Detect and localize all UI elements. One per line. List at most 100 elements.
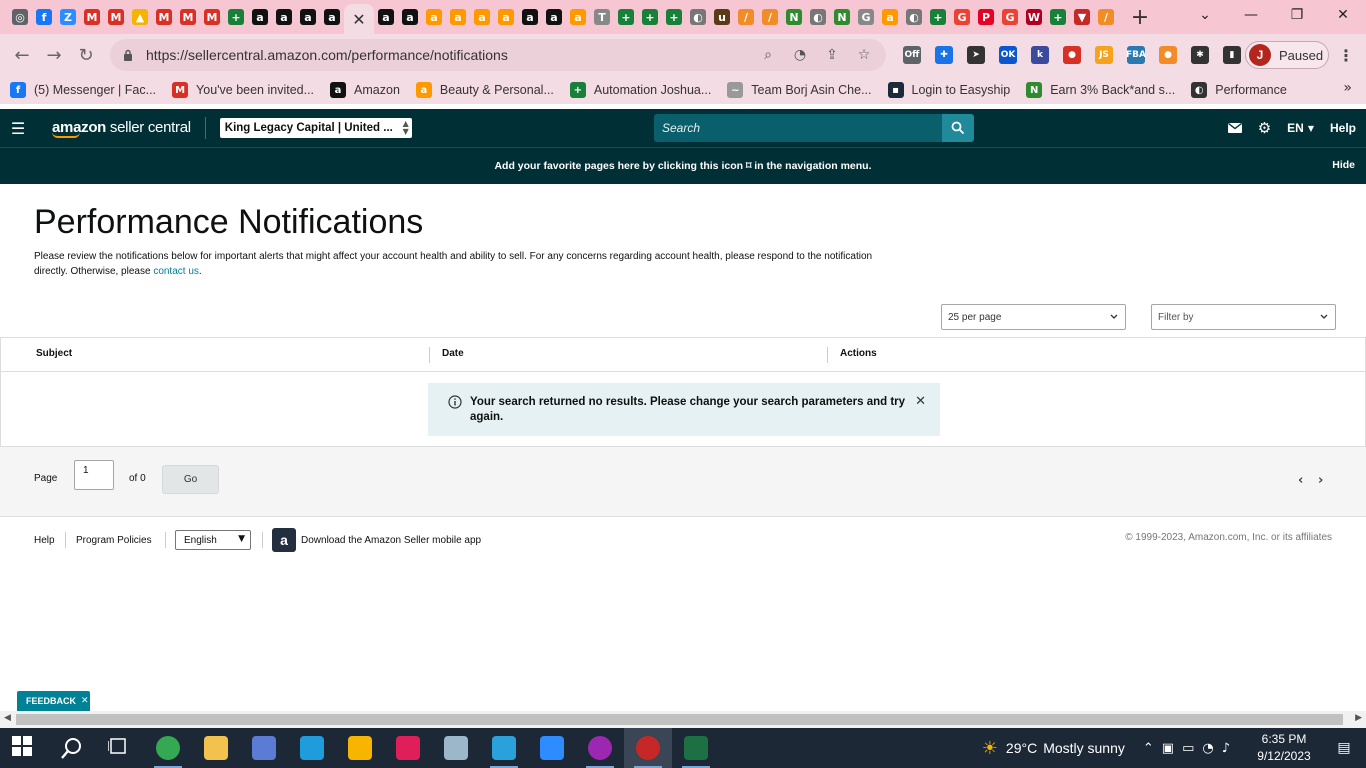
tab[interactable]: + xyxy=(662,5,686,29)
bookmark-item[interactable]: f (5) Messenger | Fac... xyxy=(10,78,156,102)
dismiss-alert-close-icon[interactable]: ✕ xyxy=(915,394,926,409)
taskbar-button[interactable] xyxy=(96,728,144,768)
bookmark-item[interactable]: ◐ Performance xyxy=(1191,78,1287,102)
extension-button[interactable]: ➤ xyxy=(960,39,992,71)
performance-gauge-icon[interactable]: ◔ xyxy=(784,47,816,63)
tab[interactable]: a xyxy=(470,5,494,29)
tab-search-icon[interactable]: ⌄ xyxy=(1182,0,1228,30)
filter-select[interactable]: Filter by xyxy=(1151,304,1336,330)
tab[interactable]: M xyxy=(200,5,224,29)
hide-banner-link[interactable]: Hide xyxy=(1332,159,1355,171)
footer-language-select[interactable]: English ▼ xyxy=(175,530,251,550)
tab[interactable]: a xyxy=(248,5,272,29)
restore-button[interactable]: ❐ xyxy=(1274,0,1320,30)
close-icon[interactable]: ✕ xyxy=(352,10,365,29)
bookmark-item[interactable]: + Automation Joshua... xyxy=(569,78,711,102)
tab[interactable]: a xyxy=(272,5,296,29)
tab[interactable]: W xyxy=(1022,5,1046,29)
tab[interactable]: + xyxy=(926,5,950,29)
tab[interactable]: u xyxy=(710,5,734,29)
extension-button[interactable]: Off xyxy=(896,39,928,71)
taskbar-button[interactable] xyxy=(48,728,96,768)
taskbar-button[interactable] xyxy=(336,728,384,768)
horizontal-scrollbar[interactable]: ◀ ▶ xyxy=(0,711,1366,728)
previous-page-icon[interactable]: ‹ xyxy=(1298,473,1303,488)
taskbar-button[interactable] xyxy=(576,728,624,768)
feedback-button[interactable]: FEEDBACK ✕ xyxy=(17,691,90,711)
scroll-right-icon[interactable]: ▶ xyxy=(1355,713,1362,723)
extension-button[interactable]: ● xyxy=(1056,39,1088,71)
bookmark-star-icon[interactable]: ☆ xyxy=(848,47,880,63)
tab[interactable]: ▲ xyxy=(128,5,152,29)
column-subject[interactable]: Subject xyxy=(36,348,72,359)
program-policies-link[interactable]: Program Policies xyxy=(76,535,152,546)
tab[interactable]: G xyxy=(950,5,974,29)
share-icon[interactable]: ⇪ xyxy=(816,47,848,63)
tab[interactable]: + xyxy=(638,5,662,29)
go-button[interactable]: Go xyxy=(162,465,219,494)
taskbar-button[interactable] xyxy=(288,728,336,768)
tab[interactable]: + xyxy=(614,5,638,29)
settings-gear-icon[interactable]: ⚙ xyxy=(1258,119,1271,137)
tab[interactable]: G xyxy=(854,5,878,29)
notification-center-icon[interactable]: ▤ xyxy=(1322,740,1366,756)
lock-icon[interactable] xyxy=(122,49,134,61)
tab[interactable]: a xyxy=(398,5,422,29)
download-app-link[interactable]: Download the Amazon Seller mobile app xyxy=(301,535,481,546)
tab[interactable]: / xyxy=(1094,5,1118,29)
amazon-seller-app-icon[interactable]: a xyxy=(272,528,296,552)
column-date[interactable]: Date xyxy=(442,348,464,359)
taskbar-button[interactable] xyxy=(192,728,240,768)
tab[interactable]: ◐ xyxy=(686,5,710,29)
url-text[interactable]: https://sellercentral.amazon.com/perform… xyxy=(146,47,508,63)
bookmark-item[interactable]: M You've been invited... xyxy=(172,78,314,102)
taskbar-button[interactable] xyxy=(432,728,480,768)
extension-button[interactable]: ▮ xyxy=(1216,39,1248,71)
tray-icons[interactable]: ⌃▣▭◔♪ xyxy=(1143,741,1238,756)
scroll-left-icon[interactable]: ◀ xyxy=(4,713,11,723)
taskbar-button[interactable] xyxy=(528,728,576,768)
taskbar-button[interactable] xyxy=(672,728,720,768)
browser-menu-icon[interactable]: ⋮ xyxy=(1334,41,1358,69)
footer-help-link[interactable]: Help xyxy=(34,535,55,546)
tab[interactable]: Z xyxy=(56,5,80,29)
tab[interactable]: a xyxy=(494,5,518,29)
language-selector[interactable]: EN ▼ xyxy=(1287,121,1314,135)
tab[interactable]: / xyxy=(734,5,758,29)
tab[interactable]: M xyxy=(152,5,176,29)
tab[interactable]: a xyxy=(878,5,902,29)
tab[interactable]: a xyxy=(374,5,398,29)
clock[interactable]: 6:35 PM 9/12/2023 xyxy=(1246,731,1322,765)
zoom-lens-icon[interactable]: ⌕ xyxy=(752,47,784,63)
bookmark-item[interactable]: a Amazon xyxy=(330,78,400,102)
forward-button[interactable]: → xyxy=(38,39,70,71)
tab[interactable]: a xyxy=(566,5,590,29)
taskbar-button[interactable] xyxy=(624,728,672,768)
per-page-select[interactable]: 25 per page xyxy=(941,304,1126,330)
seller-central-logo[interactable]: amazon seller central xyxy=(52,119,191,138)
minimize-button[interactable]: — xyxy=(1228,0,1274,30)
taskbar-button[interactable] xyxy=(480,728,528,768)
extension-button[interactable]: OK xyxy=(992,39,1024,71)
taskbar-button[interactable] xyxy=(0,728,48,768)
bookmark-item[interactable]: N Earn 3% Back*and s... xyxy=(1026,78,1175,102)
tab[interactable]: P xyxy=(974,5,998,29)
extension-button[interactable]: JS xyxy=(1088,39,1120,71)
tab[interactable]: M xyxy=(176,5,200,29)
close-icon[interactable]: ✕ xyxy=(81,696,89,706)
tab[interactable]: M xyxy=(104,5,128,29)
tab[interactable]: / xyxy=(758,5,782,29)
taskbar-button[interactable] xyxy=(144,728,192,768)
tab[interactable]: a xyxy=(518,5,542,29)
bookmark-item[interactable]: a Beauty & Personal... xyxy=(415,78,554,102)
close-window-button[interactable]: ✕ xyxy=(1320,0,1366,30)
mail-icon[interactable] xyxy=(1227,123,1242,133)
tab[interactable]: T xyxy=(590,5,614,29)
reload-button[interactable]: ↻ xyxy=(70,39,102,71)
scrollbar-thumb[interactable] xyxy=(16,714,1343,725)
tab[interactable]: N xyxy=(782,5,806,29)
extension-button[interactable]: ✱ xyxy=(1184,39,1216,71)
weather-widget[interactable]: ☀ 29°C Mostly sunny xyxy=(982,738,1125,759)
extension-button[interactable]: FBA xyxy=(1120,39,1152,71)
new-tab-button[interactable]: + xyxy=(1126,3,1154,31)
